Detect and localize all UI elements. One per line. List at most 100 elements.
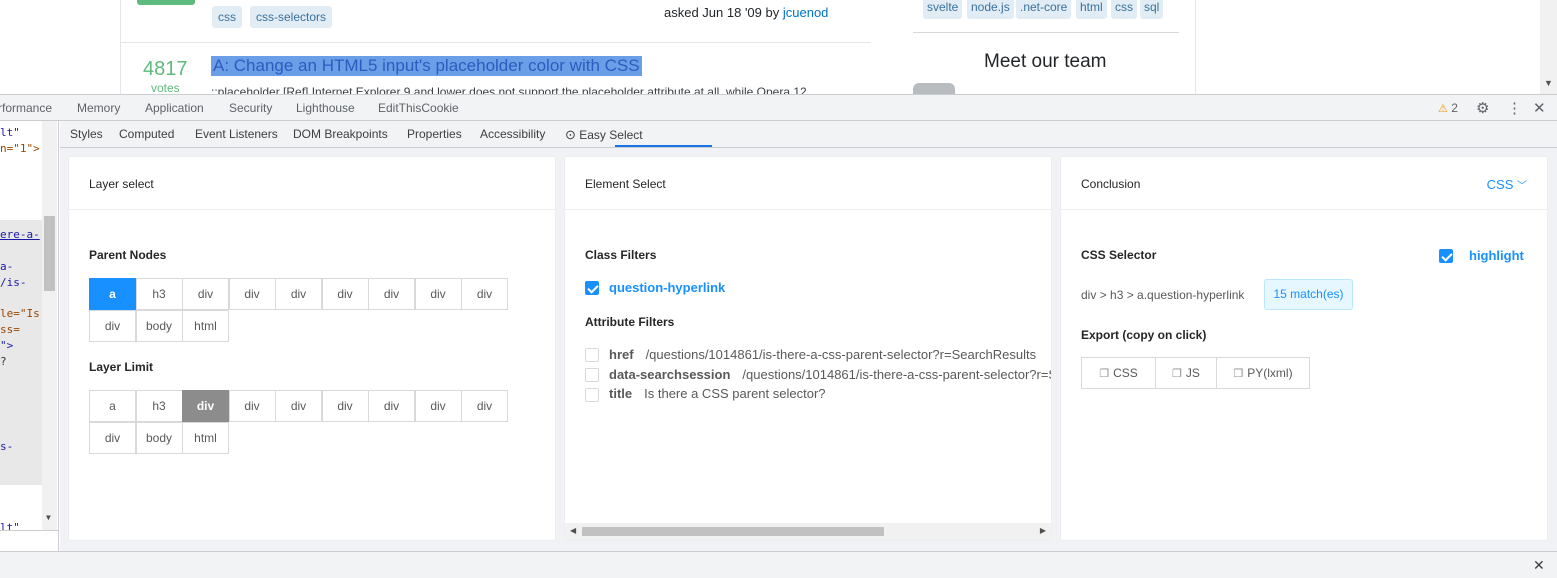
attribute-value: /questions/1014861/is-there-a-css-parent… [645,347,1037,362]
layer-limit-label: Layer Limit [89,360,154,374]
dom-line[interactable]: ere-a- [0,228,40,241]
tab-dom-breakpoints[interactable]: DOM Breakpoints [293,127,388,141]
scroll-right-arrow-icon[interactable]: ▶ [1040,526,1046,535]
sidebar-tag[interactable]: .net-core [1016,0,1072,19]
layer-limit-button[interactable]: div [414,390,462,422]
parent-node-button[interactable]: h3 [135,278,183,310]
export-js-button[interactable]: ❐ JS [1155,357,1217,389]
tab-accessibility[interactable]: Accessibility [480,127,545,141]
tab-event-listeners[interactable]: Event Listeners [195,127,278,141]
votes-label: votes [151,81,180,94]
attribute-filter-checkbox[interactable] [585,368,599,382]
layer-limit-button[interactable]: div [275,390,322,422]
dom-scrollbar-thumb[interactable] [44,216,55,291]
language-select[interactable]: CSS ﹀ [1487,177,1527,192]
panel-title: Layer select [89,177,154,191]
layer-limit-button[interactable]: a [89,390,136,422]
export-py-button[interactable]: ❐ PY(lxml) [1216,357,1310,389]
asked-user-link[interactable]: jcuenod [783,5,829,20]
css-selector-label: CSS Selector [1081,248,1157,262]
dom-line[interactable]: n="1"> [0,142,40,155]
more-options-icon[interactable]: ⋮ [1507,99,1522,117]
divider [0,530,58,531]
layer-limit-button[interactable]: html [182,422,229,454]
parent-node-button[interactable]: div [275,278,322,310]
parent-node-button[interactable]: a [89,278,136,310]
parent-node-button[interactable]: div [182,278,229,310]
panel-header: Element Select [565,157,1051,210]
tab-easy-select-label: Easy Select [579,128,643,142]
parent-node-button[interactable]: div [89,310,136,342]
sidebar-tag[interactable]: css [1111,0,1137,19]
attribute-name: title [609,386,633,401]
class-filter-checkbox[interactable] [585,281,599,295]
dom-line[interactable]: ss= [0,323,20,336]
parent-node-button[interactable]: div [414,278,462,310]
tab-properties[interactable]: Properties [407,127,462,141]
accepted-answer-indicator [137,0,195,5]
tab-memory[interactable]: Memory [77,101,120,115]
question-tag[interactable]: css-selectors [250,6,333,28]
parent-node-button[interactable]: div [461,278,508,310]
sidebar-tag[interactable]: node.js [967,0,1014,19]
dom-line[interactable]: ? [0,355,7,368]
parent-node-button[interactable]: div [368,278,415,310]
horizontal-scrollbar-thumb[interactable] [582,527,884,536]
attribute-filter-checkbox[interactable] [585,348,599,362]
gear-icon[interactable]: ⚙ [1476,99,1489,117]
dom-line[interactable]: lt" [0,126,20,139]
close-icon[interactable]: ✕ [1533,557,1545,574]
tab-application[interactable]: Application [145,101,204,115]
attribute-filter-checkbox[interactable] [585,388,599,402]
scroll-left-arrow-icon[interactable]: ◀ [570,526,576,535]
tab-performance[interactable]: rformance [0,101,52,115]
attribute-value: Is there a CSS parent selector? [644,386,826,401]
layer-limit-button[interactable]: div [368,390,415,422]
attribute-filter-data-searchsession[interactable]: data-searchsession/questions/1014861/is-… [609,367,1051,382]
attribute-filter-href[interactable]: href/questions/1014861/is-there-a-css-pa… [609,347,1036,362]
answer-title-link[interactable]: A: Change an HTML5 input's placeholder c… [211,56,642,76]
layer-limit-button[interactable]: body [135,422,183,454]
attribute-filter-title[interactable]: title Is there a CSS parent selector? [609,386,826,401]
dom-line[interactable]: "> [0,339,13,352]
tab-computed[interactable]: Computed [119,127,174,141]
layer-limit-button[interactable]: div [182,390,229,422]
dom-scrollbar[interactable]: ▼ [42,121,57,531]
copy-icon: ❐ [1172,368,1182,380]
dom-line[interactable]: a- [0,260,13,273]
parent-node-button[interactable]: div [228,278,276,310]
tab-easy-select[interactable]: ⊙ Easy Select [565,127,643,143]
dom-line[interactable]: lt" [0,521,20,534]
question-tag[interactable]: css [212,6,242,28]
export-css-button[interactable]: ❐ CSS [1081,357,1156,389]
copy-icon: ❐ [1233,368,1244,380]
parent-node-button[interactable]: html [182,310,229,342]
parent-node-button[interactable]: body [135,310,183,342]
layer-limit-button[interactable]: div [89,422,136,454]
dom-line[interactable]: le="Is [0,307,40,320]
close-icon[interactable]: ✕ [1533,99,1546,117]
tab-security[interactable]: Security [229,101,272,115]
horizontal-scrollbar[interactable]: ◀ ▶ [565,523,1051,540]
layer-limit-button[interactable]: div [228,390,276,422]
tab-editthiscookie[interactable]: EditThisCookie [378,101,459,115]
page-scrollbar[interactable]: ▼ [1540,0,1557,94]
tab-styles[interactable]: Styles [70,127,103,141]
sidebar-border [1195,0,1196,94]
dom-line[interactable]: s- [0,440,13,453]
sidebar-tag[interactable]: svelte [923,0,963,19]
layer-limit-button[interactable]: div [321,390,369,422]
scroll-down-arrow-icon[interactable]: ▼ [46,513,51,522]
parent-node-button[interactable]: div [321,278,369,310]
highlight-label[interactable]: highlight [1469,248,1524,263]
highlight-checkbox[interactable] [1439,249,1453,263]
sidebar-tag[interactable]: html [1076,0,1107,19]
layer-limit-button[interactable]: div [461,390,508,422]
class-filter-label[interactable]: question-hyperlink [609,280,725,295]
sidebar-tag[interactable]: sql [1140,0,1164,19]
scroll-down-arrow-icon[interactable]: ▼ [1544,78,1553,88]
tab-lighthouse[interactable]: Lighthouse [296,101,355,115]
dom-line[interactable]: /is- [0,276,27,289]
warnings-counter[interactable]: ⚠ 2 [1438,101,1458,115]
layer-limit-button[interactable]: h3 [135,390,183,422]
